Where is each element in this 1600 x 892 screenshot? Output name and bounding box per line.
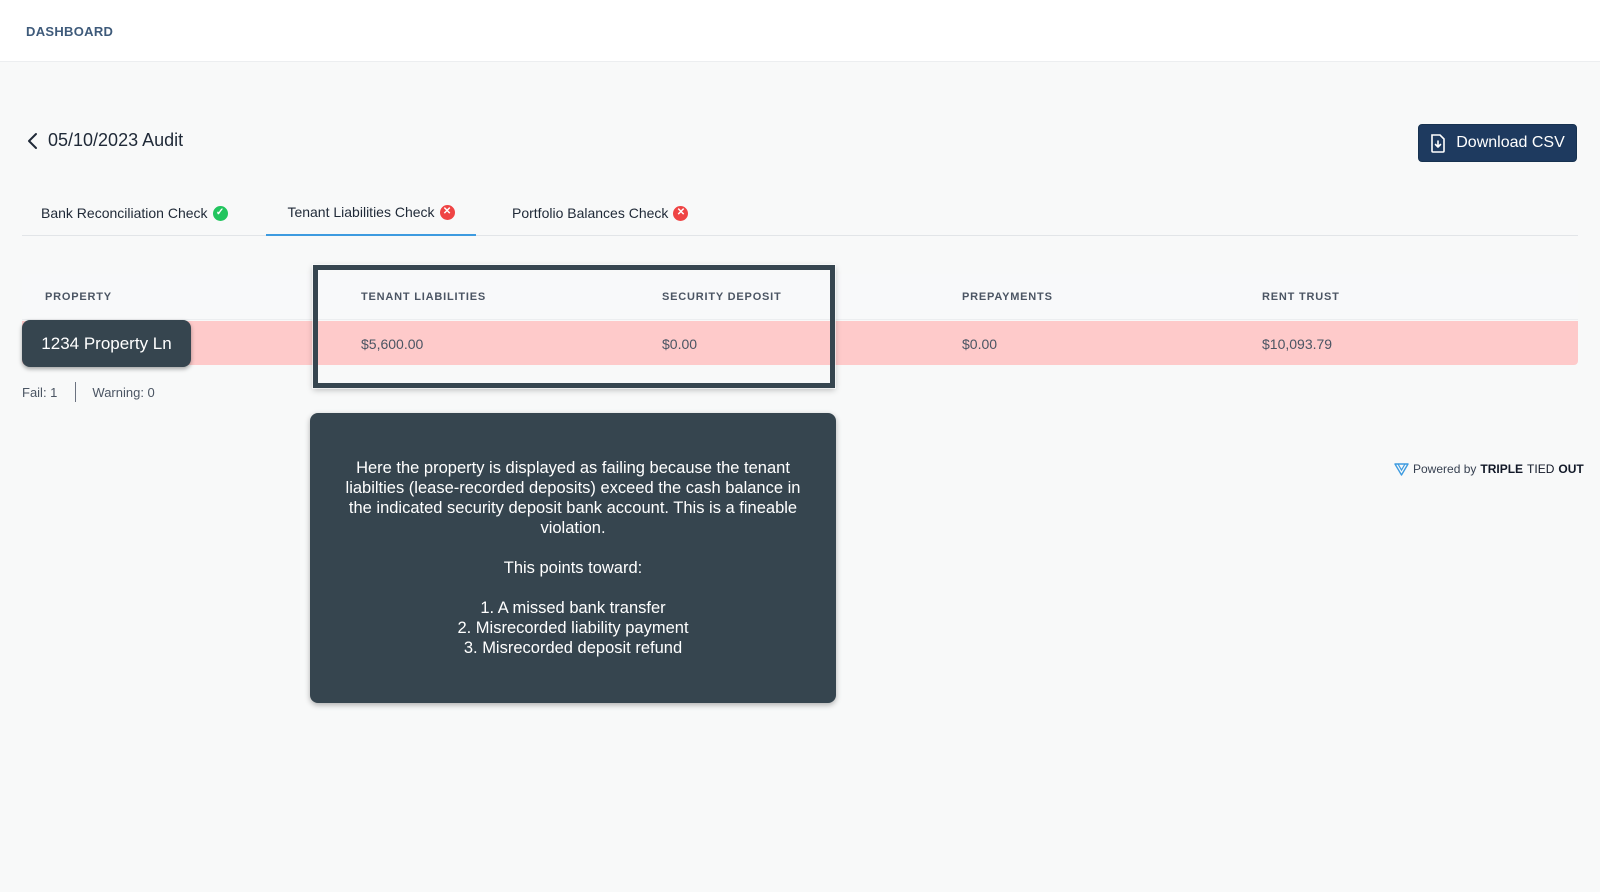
summary-divider [75,382,77,402]
tab-bank-reconciliation[interactable]: Bank Reconciliation Check ✓ [41,190,228,236]
x-circle-icon: ✕ [673,205,689,221]
file-download-icon [1431,133,1446,153]
dashboard-link[interactable]: DASHBOARD [26,24,113,39]
download-csv-label: Download CSV [1456,134,1565,151]
column-header-property: PROPERTY [45,291,112,303]
result-summary: Fail: 1 Warning: 0 [22,382,155,402]
tab-label: Tenant Liabilities Check [287,204,435,220]
back-button[interactable]: 05/10/2023 Audit [26,130,183,151]
tooltip-list-item: 2. Misrecorded liability payment [457,619,689,637]
chevron-left-icon [28,132,37,149]
x-circle-icon: ✕ [439,204,455,220]
brand-word-2: TIED [1527,462,1555,476]
powered-by[interactable]: Powered by TRIPLE TIED OUT [1394,462,1584,476]
brand-word-1: TRIPLE [1480,462,1524,476]
tab-portfolio-balances[interactable]: Portfolio Balances Check ✕ [512,190,689,236]
tab-label: Portfolio Balances Check [512,205,669,221]
download-csv-button[interactable]: Download CSV [1418,124,1577,162]
cell-prepayments: $0.00 [962,336,998,352]
tooltip-list: 1. A missed bank transfer 2. Misrecorded… [332,598,814,658]
tooltip-paragraph: Here the property is displayed as failin… [345,459,801,537]
explanation-tooltip: Here the property is displayed as failin… [310,413,836,703]
tab-label: Bank Reconciliation Check [41,205,208,221]
powered-by-text: Powered by [1413,462,1477,476]
highlight-box [313,265,835,388]
warning-count: Warning: 0 [92,384,155,400]
column-header-rent-trust: RENT TRUST [1262,291,1340,303]
check-tabs: Bank Reconciliation Check ✓ Tenant Liabi… [22,190,1578,236]
fail-count: Fail: 1 [22,384,58,400]
tab-tenant-liabilities[interactable]: Tenant Liabilities Check ✕ [266,190,476,236]
property-name-cell[interactable]: 1234 Property Ln [22,320,191,367]
triple-tied-out-logo-icon [1394,463,1409,476]
cell-rent-trust: $10,093.79 [1262,336,1333,352]
brand-word-3: OUT [1558,462,1584,476]
tooltip-lead: This points toward: [503,559,643,577]
tooltip-list-item: 3. Misrecorded deposit refund [463,639,683,657]
column-header-prepayments: PREPAYMENTS [962,291,1053,303]
page-title: 05/10/2023 Audit [48,130,184,150]
tooltip-list-item: 1. A missed bank transfer [480,599,666,617]
top-bar: DASHBOARD [0,0,1600,62]
check-circle-icon: ✓ [212,205,228,221]
